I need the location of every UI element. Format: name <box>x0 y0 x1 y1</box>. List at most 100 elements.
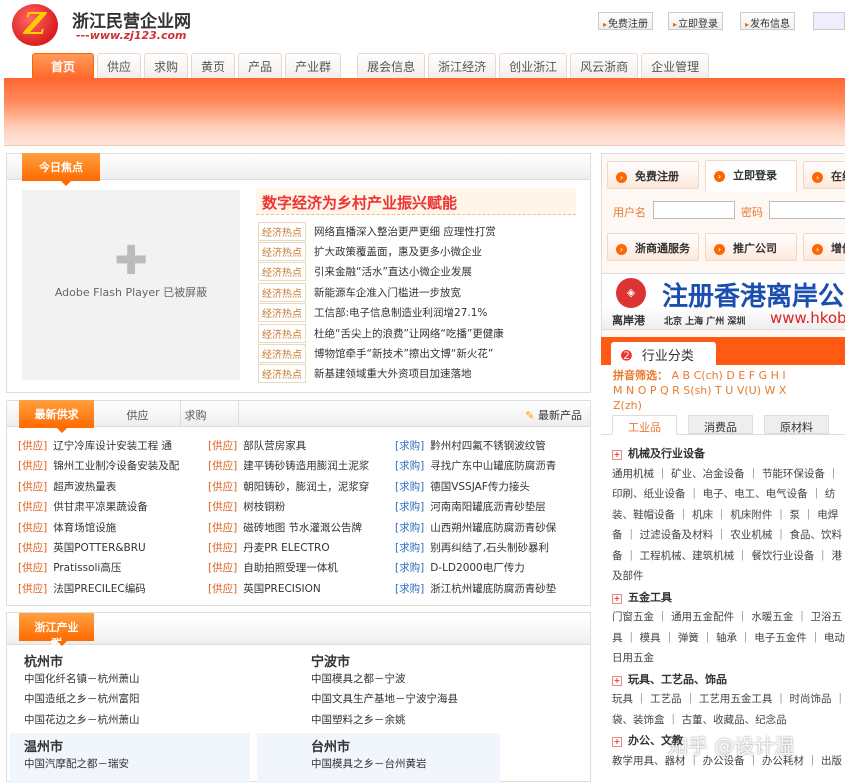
logo[interactable]: Z <box>12 4 58 46</box>
supply-item[interactable]: [供应] 部队营房家具 <box>208 438 388 453</box>
category-links[interactable]: 备 ｜ 过滤设备及材料 ｜ 农业机械 ｜ 食品、饮料 <box>612 527 842 542</box>
nav-tab-startup[interactable]: 创业浙江 <box>499 53 568 78</box>
supply-item[interactable]: [供应] 树枝铜粉 <box>208 499 388 514</box>
nav-tab-management[interactable]: 企业管理 <box>641 53 710 78</box>
news-tag[interactable]: 经济热点 <box>258 364 306 384</box>
letters[interactable]: M N O P Q R S(sh) T U V(U) W X <box>613 384 786 397</box>
supply-item[interactable]: [供应] 建平铸砂铸造用膨润土泥浆 <box>208 458 388 473</box>
news-item[interactable]: 经济热点 引来金融“活水”直达小微企业发展 <box>258 262 472 282</box>
supply-link[interactable]: 部队营房家具 <box>243 440 306 452</box>
city-name[interactable]: 宁波市 <box>311 651 350 670</box>
news-link[interactable]: 引来金融“活水”直达小微企业发展 <box>314 264 472 279</box>
ad-banner[interactable]: ◈ 注册香港离岸公 离岸港 北京 上海 广州 深圳 www.hkob <box>601 273 845 330</box>
cluster-link[interactable]: 中国造纸之乡－杭州富阳 <box>24 691 140 706</box>
nav-tab-purchase[interactable]: 求购 <box>144 53 189 78</box>
supply-tag[interactable]: [供应] <box>18 522 47 534</box>
supply-link[interactable]: 磁砖地图 节水灌溉公告牌 <box>243 522 362 534</box>
category-links[interactable]: 袋、装饰盒 ｜ 古董、收藏品、纪念品 <box>612 712 787 727</box>
supply-link[interactable]: 黔州村四氟不锈钢波纹管 <box>430 440 546 452</box>
news-link[interactable]: 新基建领域重大外资项目加速落地 <box>314 366 472 381</box>
supply-item[interactable]: [求购] 黔州村四氟不锈钢波纹管 <box>395 438 575 453</box>
supply-tag[interactable]: [供应] <box>208 542 237 554</box>
value-added-button[interactable]: › 增值 <box>803 233 845 261</box>
login-now-tab[interactable]: › 立即登录 <box>705 160 797 192</box>
news-item[interactable]: 经济热点 新基建领域重大外资项目加速落地 <box>258 364 472 384</box>
supply-title-tab[interactable]: 最新供求 <box>19 400 94 433</box>
news-item[interactable]: 经济热点 博物馆牵手“新技术”擦出文博“新火花” <box>258 343 493 363</box>
supply-item[interactable]: [供应] 自助拍照受理一体机 <box>208 560 388 575</box>
nav-tab-zj-economy[interactable]: 浙江经济 <box>428 53 497 78</box>
category-links[interactable]: 玩具 ｜ 工艺品 ｜ 工艺用五金工具 ｜ 时尚饰品 ｜ <box>612 691 845 706</box>
login-button[interactable]: 立即登录 <box>668 12 724 30</box>
news-item[interactable]: 经济热点 网络直播深入整治更严更细 应理性打赏 <box>258 221 496 241</box>
category-links[interactable]: 印刷、纸业设备 ｜ 电子、电工、电气设备 ｜ 纺 <box>612 486 835 501</box>
supply-link[interactable]: 超声波热量表 <box>53 481 116 493</box>
category-links[interactable]: 教学用具、器材 ｜ 办公设备 ｜ 办公耗材 ｜ 出版 <box>612 753 842 768</box>
cluster-link[interactable]: 中国化纤名镇－杭州萧山 <box>24 671 140 686</box>
supply-link[interactable]: 英国PRECISION <box>243 583 321 595</box>
supply-link[interactable]: 别再纠结了,石头制砂暴利 <box>430 542 549 554</box>
city-name[interactable]: 杭州市 <box>24 651 63 670</box>
supply-item[interactable]: [求购] 浙江杭州罐底防腐沥青砂垫 <box>395 581 575 596</box>
category-title-tab[interactable]: ➋ 行业分类 <box>611 342 716 365</box>
supply-tag[interactable]: [供应] <box>208 501 237 513</box>
news-tag[interactable]: 经济热点 <box>258 241 306 261</box>
supply-link[interactable]: 丹麦PR ELECTRO <box>243 542 329 554</box>
news-item[interactable]: 经济热点 新能源车企准入门槛进一步放宽 <box>258 282 461 302</box>
category-links[interactable]: 备 ｜ 工程机械、建筑机械 ｜ 餐饮行业设备 ｜ 港 <box>612 548 842 563</box>
cluster-link[interactable]: 中国花边之乡－杭州萧山 <box>24 712 140 727</box>
category-links[interactable]: 通用机械 ｜ 矿业、冶金设备 ｜ 节能环保设备 ｜ <box>612 466 839 481</box>
category-group-title[interactable]: + 玩具、工艺品、饰品 <box>612 671 727 687</box>
supply-link[interactable]: 寻找广东中山罐底防腐沥青 <box>430 460 556 472</box>
supply-item[interactable]: [供应] 锦州工业制冷设备安装及配 <box>18 458 198 473</box>
zheshang-service-button[interactable]: › 浙商通服务 <box>607 233 699 261</box>
supply-tag[interactable]: [供应] <box>208 460 237 472</box>
supply-link[interactable]: 锦州工业制冷设备安装及配 <box>53 460 179 472</box>
news-link[interactable]: 扩大政策覆盖面，惠及更多小微企业 <box>314 244 482 259</box>
supply-link[interactable]: 自助拍照受理一体机 <box>243 562 338 574</box>
supply-item[interactable]: [供应] Pratissoli高压 <box>18 560 198 575</box>
supply-link[interactable]: 德国VSSJAF传力接头 <box>430 481 530 493</box>
news-link[interactable]: 杜绝“舌尖上的浪费”让网络“吃播”更健康 <box>314 326 504 341</box>
supply-tag[interactable]: [供应] <box>18 440 47 452</box>
news-tag[interactable]: 经济热点 <box>258 282 306 302</box>
category-group-title[interactable]: + 办公、文教 <box>612 732 683 748</box>
news-tag[interactable]: 经济热点 <box>258 323 306 343</box>
cluster-link[interactable]: 中国模具之都－宁波 <box>311 671 406 686</box>
cluster-link[interactable]: 中国塑料之乡－余姚 <box>311 712 406 727</box>
post-info-button[interactable]: 发布信息 <box>740 12 796 30</box>
news-tag[interactable]: 经济热点 <box>258 303 306 323</box>
supply-tag[interactable]: [求购] <box>395 583 424 595</box>
supply-tag[interactable]: [供应] <box>18 481 47 493</box>
nav-tab-industry-cluster[interactable]: 产业群 <box>285 53 342 78</box>
supply-item[interactable]: [供应] 朝阳铸砂，膨润土，泥浆穿 <box>208 479 388 494</box>
supply-item[interactable]: [供应] 辽宁冷库设计安装工程 通 <box>18 438 198 453</box>
promote-company-button[interactable]: › 推广公司 <box>705 233 797 261</box>
supply-item[interactable]: [求购] 别再纠结了,石头制砂暴利 <box>395 540 575 555</box>
password-input[interactable] <box>769 201 845 219</box>
supply-tag[interactable]: [供应] <box>208 440 237 452</box>
supply-tag[interactable]: [供应] <box>208 522 237 534</box>
nav-tab-products[interactable]: 产品 <box>238 53 283 78</box>
news-tag[interactable]: 经济热点 <box>258 262 306 282</box>
tab-purchase[interactable]: 求购 <box>153 401 239 427</box>
supply-tag[interactable]: [求购] <box>395 481 424 493</box>
news-link[interactable]: 工信部:电子信息制造业利润增27.1% <box>314 305 487 320</box>
qq-icon[interactable] <box>813 12 845 30</box>
supply-item[interactable]: [供应] 英国PRECISION <box>208 581 388 596</box>
latest-products-link[interactable]: ✎ 最新产品 <box>525 407 582 423</box>
supply-link[interactable]: 法国PRECILEC编码 <box>53 583 146 595</box>
supply-tag[interactable]: [求购] <box>395 562 424 574</box>
supply-link[interactable]: 朝阳铸砂，膨润土，泥浆穿 <box>243 481 369 493</box>
supply-tag[interactable]: [供应] <box>18 542 47 554</box>
news-item[interactable]: 经济热点 扩大政策覆盖面，惠及更多小微企业 <box>258 241 482 261</box>
category-links[interactable]: 及部件 <box>612 568 644 583</box>
supply-link[interactable]: Pratissoli高压 <box>53 562 121 574</box>
supply-link[interactable]: D-LD2000电厂传力 <box>430 562 525 574</box>
cluster-link[interactable]: 中国模具之乡－台州黄岩 <box>311 756 427 771</box>
username-input[interactable] <box>653 201 735 219</box>
category-links[interactable]: 装、鞋帽设备 ｜ 机床 ｜ 机床附件 ｜ 泵 ｜ 电焊 <box>612 507 838 522</box>
supply-tag[interactable]: [供应] <box>18 501 47 513</box>
supply-link[interactable]: 树枝铜粉 <box>243 501 285 513</box>
city-name[interactable]: 温州市 <box>24 736 63 755</box>
